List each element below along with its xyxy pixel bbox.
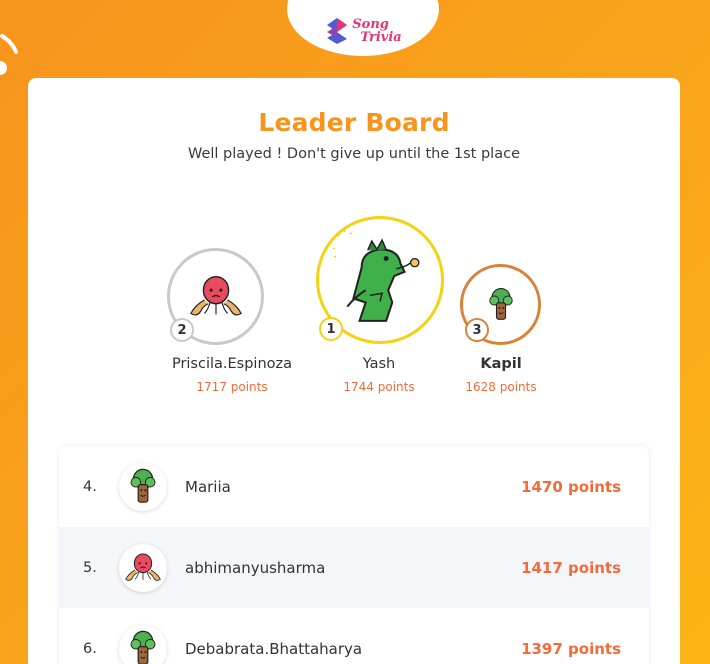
leaderboard-card: Leader Board Well played ! Don't give up… bbox=[28, 78, 680, 664]
podium-name: Priscila.Espinoza bbox=[171, 356, 293, 372]
logo-wordmark: Song Trivia bbox=[352, 18, 401, 44]
list-name: Debabrata.Bhattaharya bbox=[185, 639, 363, 658]
ranking-list: 4. Mariia 1470 points 5. abhimanyusharma… bbox=[59, 446, 649, 664]
list-points: 1470 points bbox=[521, 477, 621, 496]
list-rank: 6. bbox=[83, 640, 97, 657]
rank-badge: 1 bbox=[319, 317, 343, 341]
list-name: Mariia bbox=[185, 477, 231, 496]
octopus-icon bbox=[123, 551, 163, 585]
page-subtitle: Well played ! Don't give up until the 1s… bbox=[187, 146, 520, 162]
avatar bbox=[119, 543, 167, 592]
podium-points: 1717 points bbox=[196, 380, 268, 394]
sparkle-icon bbox=[332, 228, 354, 259]
list-name: abhimanyusharma bbox=[185, 558, 326, 577]
list-rank: 5. bbox=[83, 559, 97, 576]
rank-badge: 3 bbox=[465, 318, 489, 342]
list-item[interactable]: 6. Debabrata.Bhattaharya 1397 points bbox=[59, 608, 649, 664]
tree-icon bbox=[127, 467, 159, 507]
list-item[interactable]: 4. Mariia 1470 points bbox=[59, 446, 649, 527]
avatar bbox=[119, 624, 167, 664]
list-item[interactable]: 5. abhimanyusharma 1417 points bbox=[59, 527, 649, 608]
page-title: Leader Board bbox=[258, 108, 450, 137]
list-rank: 4. bbox=[83, 478, 97, 495]
app-logo[interactable]: Song Trivia bbox=[287, 0, 439, 56]
tree-icon bbox=[486, 286, 516, 324]
rank-badge: 2 bbox=[170, 318, 194, 342]
list-points: 1417 points bbox=[521, 558, 621, 577]
list-points: 1397 points bbox=[521, 639, 621, 658]
music-note-icon bbox=[0, 34, 18, 75]
logo-mark-icon bbox=[327, 18, 348, 44]
podium-points: 1628 points bbox=[465, 380, 537, 394]
octopus-icon bbox=[187, 272, 245, 322]
podium-name: Kapil bbox=[480, 356, 522, 372]
tree-icon bbox=[127, 629, 159, 664]
logo-line-2: Trivia bbox=[360, 30, 402, 45]
avatar bbox=[119, 462, 167, 511]
